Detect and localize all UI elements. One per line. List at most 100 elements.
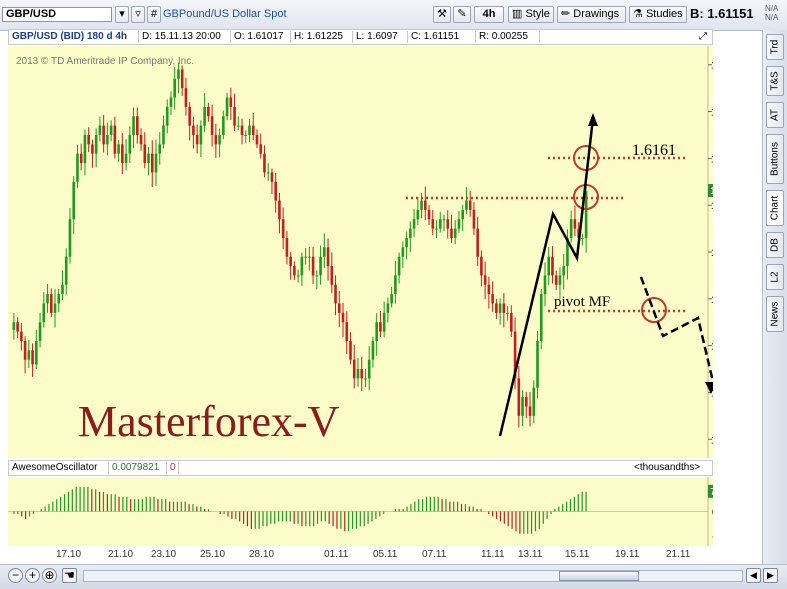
hash-button[interactable]: # — [147, 6, 161, 23]
settings-button[interactable]: ⚒ — [433, 6, 451, 23]
candle-body — [345, 322, 349, 341]
side-tab-trd[interactable]: Trd — [766, 34, 784, 60]
settings-icon: ⚒ — [437, 8, 447, 20]
zoom-out-button[interactable]: − — [8, 568, 23, 583]
scroll-left-button[interactable]: ◀ — [746, 568, 761, 583]
candle-body — [259, 144, 263, 154]
candle-body — [334, 284, 337, 304]
symbol-input[interactable]: GBP/USD — [2, 7, 112, 22]
candle-body — [109, 125, 113, 135]
candle-body — [315, 275, 319, 277]
watermark: 2013 © TD Ameritrade IP Company, Inc. — [16, 56, 194, 67]
candle-body — [547, 256, 551, 276]
na-indicator: N/A N/A — [765, 4, 778, 22]
zoom-in-button[interactable]: + — [25, 568, 40, 583]
oscillator-name: AwesomeOscillator — [9, 462, 109, 474]
pan-button[interactable]: ☚ — [62, 568, 77, 583]
candle-body — [558, 275, 562, 285]
scroll-thumb[interactable] — [559, 571, 639, 581]
price-chart[interactable]: 1.6251.621.6151.611.6051.61.5951.591.585… — [8, 46, 713, 458]
candle-body — [27, 350, 31, 360]
candle-body — [569, 219, 573, 238]
candle-body — [453, 228, 457, 238]
info-date: D: 15.11.13 20:00 — [139, 31, 231, 43]
price-tick-label: 1.62 — [711, 108, 713, 119]
studies-button[interactable]: ⚗ Studies — [629, 6, 687, 23]
chart-settings-icon[interactable]: ⤢ — [693, 31, 713, 43]
candle-body — [367, 359, 371, 379]
candle-body — [461, 209, 465, 220]
candle-body — [405, 237, 408, 248]
tools-button[interactable]: ✎ — [453, 6, 471, 23]
wrench-icon: ✎ — [457, 8, 467, 20]
candle-body — [49, 294, 53, 313]
style-button[interactable]: ▥ Style — [508, 6, 554, 23]
candle-body — [192, 125, 195, 135]
candle-body — [31, 350, 34, 365]
candle-body — [23, 340, 27, 360]
price-tick-label: 1.6 — [711, 295, 713, 306]
candle-body — [394, 275, 397, 295]
interval-button[interactable]: 4h — [474, 6, 504, 23]
drawings-label: Drawings — [573, 8, 620, 20]
info-high: H: 1.61225 — [291, 31, 353, 43]
side-tab-news[interactable]: News — [766, 296, 784, 332]
candle-body — [330, 266, 334, 285]
candle-body — [98, 125, 102, 135]
candle-body — [229, 97, 233, 107]
candle-body — [382, 312, 386, 332]
side-tab-label: News — [769, 301, 781, 327]
side-tab-buttons[interactable]: Buttons — [766, 134, 784, 184]
price-tick-label: 1.585 — [711, 435, 713, 446]
side-tab-db[interactable]: DB — [766, 232, 784, 258]
candle-body — [214, 134, 218, 145]
symbol-description: GBPound/US Dollar Spot — [163, 8, 287, 20]
candle-body — [349, 340, 352, 360]
candle-body — [554, 275, 558, 285]
candle-body — [102, 125, 105, 145]
candle-body — [244, 134, 248, 136]
candle-body — [352, 359, 356, 379]
candle-body — [308, 256, 311, 258]
candle-body — [124, 153, 128, 164]
candle-body — [465, 200, 468, 210]
candle-body — [506, 312, 509, 314]
candle-body — [188, 106, 191, 126]
info-bar: GBP/USD (BID) 180 d 4h D: 15.11.13 20:00… — [8, 29, 713, 45]
candle-body — [356, 369, 360, 379]
na-bottom: N/A — [765, 13, 779, 22]
oscillator-chart[interactable]: 100-107.98209 — [8, 477, 713, 546]
candle-body — [532, 387, 536, 416]
candle-body — [236, 125, 240, 127]
candle-body — [573, 219, 577, 229]
candle-body — [106, 134, 109, 145]
candle-body — [87, 134, 90, 145]
candle-body — [263, 153, 266, 173]
chevron-down-icon: ▾ — [119, 8, 125, 20]
time-tick-label: 07.11 — [422, 549, 447, 560]
candle-body — [341, 312, 345, 323]
candle-body — [225, 97, 229, 117]
oscillator-header: AwesomeOscillator 0.0079821 0 <thousandt… — [8, 460, 713, 476]
candle-body — [450, 228, 453, 238]
candle-body — [154, 153, 158, 173]
symbol-link-button[interactable]: ▿ — [131, 6, 145, 23]
candle-body — [184, 88, 188, 107]
candle-body — [337, 303, 341, 313]
side-tab-chart[interactable]: Chart — [766, 190, 784, 226]
time-scrollbar[interactable] — [83, 570, 743, 582]
scroll-right-button[interactable]: ▶ — [763, 568, 778, 583]
minus-icon: − — [11, 568, 19, 582]
na-top: N/A — [765, 4, 779, 13]
drawings-button[interactable]: ✏ Drawings — [557, 6, 626, 23]
candle-body — [199, 125, 203, 145]
symbol-dropdown-button[interactable]: ▾ — [115, 6, 129, 23]
candle-body — [371, 340, 375, 360]
side-tab-label: DB — [769, 238, 781, 252]
candle-body — [42, 303, 46, 323]
side-tab-at[interactable]: AT — [766, 102, 784, 128]
side-tab-l2[interactable]: L2 — [766, 264, 784, 290]
zoom-fit-button[interactable]: ⊕ — [42, 568, 57, 583]
side-tab-ts[interactable]: T&S — [766, 66, 784, 96]
candle-body — [76, 153, 79, 182]
